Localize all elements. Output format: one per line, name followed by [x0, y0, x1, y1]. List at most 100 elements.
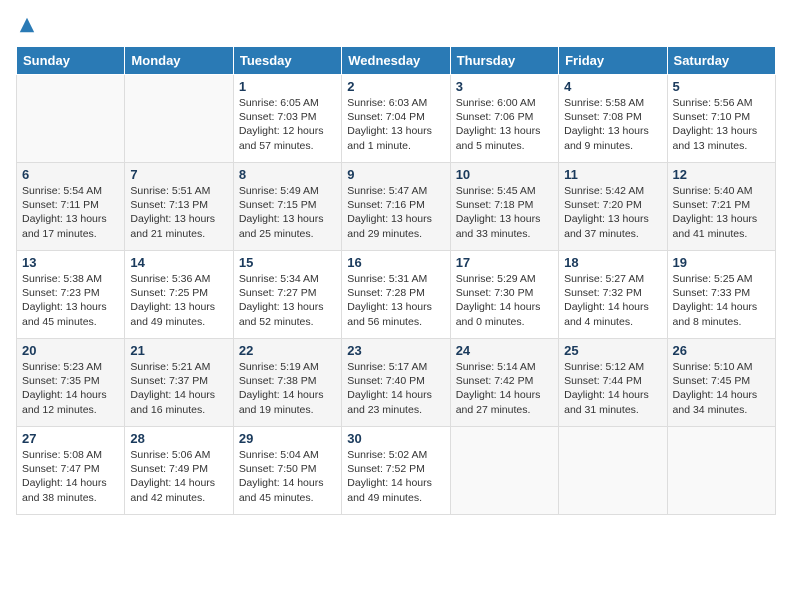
- cell-content: Sunrise: 5:42 AM Sunset: 7:20 PM Dayligh…: [564, 184, 661, 241]
- calendar-cell: [559, 427, 667, 515]
- day-number: 24: [456, 343, 553, 358]
- calendar-table: SundayMondayTuesdayWednesdayThursdayFrid…: [16, 46, 776, 515]
- calendar-cell: 6 Sunrise: 5:54 AM Sunset: 7:11 PM Daylig…: [17, 163, 125, 251]
- week-row-4: 20 Sunrise: 5:23 AM Sunset: 7:35 PM Dayli…: [17, 339, 776, 427]
- calendar-cell: 24 Sunrise: 5:14 AM Sunset: 7:42 PM Dayli…: [450, 339, 558, 427]
- cell-content: Sunrise: 5:08 AM Sunset: 7:47 PM Dayligh…: [22, 448, 119, 505]
- cell-content: Sunrise: 5:10 AM Sunset: 7:45 PM Dayligh…: [673, 360, 770, 417]
- cell-content: Sunrise: 5:31 AM Sunset: 7:28 PM Dayligh…: [347, 272, 444, 329]
- day-number: 28: [130, 431, 227, 446]
- calendar-cell: 5 Sunrise: 5:56 AM Sunset: 7:10 PM Daylig…: [667, 75, 775, 163]
- calendar-cell: 11 Sunrise: 5:42 AM Sunset: 7:20 PM Dayli…: [559, 163, 667, 251]
- day-header-sunday: Sunday: [17, 47, 125, 75]
- cell-content: Sunrise: 6:03 AM Sunset: 7:04 PM Dayligh…: [347, 96, 444, 153]
- day-number: 8: [239, 167, 336, 182]
- day-number: 11: [564, 167, 661, 182]
- calendar-cell: 28 Sunrise: 5:06 AM Sunset: 7:49 PM Dayli…: [125, 427, 233, 515]
- cell-content: Sunrise: 5:38 AM Sunset: 7:23 PM Dayligh…: [22, 272, 119, 329]
- calendar-cell: 16 Sunrise: 5:31 AM Sunset: 7:28 PM Dayli…: [342, 251, 450, 339]
- day-header-wednesday: Wednesday: [342, 47, 450, 75]
- calendar-cell: 8 Sunrise: 5:49 AM Sunset: 7:15 PM Daylig…: [233, 163, 341, 251]
- logo: [16, 16, 36, 34]
- day-number: 25: [564, 343, 661, 358]
- calendar-cell: 30 Sunrise: 5:02 AM Sunset: 7:52 PM Dayli…: [342, 427, 450, 515]
- calendar-cell: 21Sunrise: 5:21 AM Sunset: 7:37 PM Dayli…: [125, 339, 233, 427]
- day-number: 14: [130, 255, 227, 270]
- day-number: 18: [564, 255, 661, 270]
- day-number: 13: [22, 255, 119, 270]
- cell-content: Sunrise: 5:40 AM Sunset: 7:21 PM Dayligh…: [673, 184, 770, 241]
- cell-content: Sunrise: 5:27 AM Sunset: 7:32 PM Dayligh…: [564, 272, 661, 329]
- header-row: SundayMondayTuesdayWednesdayThursdayFrid…: [17, 47, 776, 75]
- calendar-cell: 23 Sunrise: 5:17 AM Sunset: 7:40 PM Dayli…: [342, 339, 450, 427]
- day-number: 16: [347, 255, 444, 270]
- calendar-cell: [17, 75, 125, 163]
- calendar-cell: 10 Sunrise: 5:45 AM Sunset: 7:18 PM Dayli…: [450, 163, 558, 251]
- cell-content: Sunrise: 5:23 AM Sunset: 7:35 PM Dayligh…: [22, 360, 119, 417]
- day-number: 22: [239, 343, 336, 358]
- week-row-5: 27Sunrise: 5:08 AM Sunset: 7:47 PM Dayli…: [17, 427, 776, 515]
- day-number: 4: [564, 79, 661, 94]
- calendar-cell: [450, 427, 558, 515]
- calendar-cell: 12 Sunrise: 5:40 AM Sunset: 7:21 PM Dayli…: [667, 163, 775, 251]
- day-number: 9: [347, 167, 444, 182]
- calendar-cell: 18 Sunrise: 5:27 AM Sunset: 7:32 PM Dayli…: [559, 251, 667, 339]
- week-row-1: 1 Sunrise: 6:05 AM Sunset: 7:03 PM Daylig…: [17, 75, 776, 163]
- cell-content: Sunrise: 5:54 AM Sunset: 7:11 PM Dayligh…: [22, 184, 119, 241]
- day-number: 6: [22, 167, 119, 182]
- day-number: 26: [673, 343, 770, 358]
- cell-content: Sunrise: 5:06 AM Sunset: 7:49 PM Dayligh…: [130, 448, 227, 505]
- cell-content: Sunrise: 5:56 AM Sunset: 7:10 PM Dayligh…: [673, 96, 770, 153]
- calendar-cell: 15 Sunrise: 5:34 AM Sunset: 7:27 PM Dayli…: [233, 251, 341, 339]
- day-number: 3: [456, 79, 553, 94]
- calendar-cell: 7Sunrise: 5:51 AM Sunset: 7:13 PM Daylig…: [125, 163, 233, 251]
- day-number: 15: [239, 255, 336, 270]
- day-number: 23: [347, 343, 444, 358]
- day-header-monday: Monday: [125, 47, 233, 75]
- day-number: 30: [347, 431, 444, 446]
- cell-content: Sunrise: 5:49 AM Sunset: 7:15 PM Dayligh…: [239, 184, 336, 241]
- day-number: 2: [347, 79, 444, 94]
- cell-content: Sunrise: 5:58 AM Sunset: 7:08 PM Dayligh…: [564, 96, 661, 153]
- day-number: 5: [673, 79, 770, 94]
- calendar-cell: [667, 427, 775, 515]
- day-number: 1: [239, 79, 336, 94]
- cell-content: Sunrise: 5:19 AM Sunset: 7:38 PM Dayligh…: [239, 360, 336, 417]
- day-number: 19: [673, 255, 770, 270]
- day-header-thursday: Thursday: [450, 47, 558, 75]
- calendar-body: 1 Sunrise: 6:05 AM Sunset: 7:03 PM Daylig…: [17, 75, 776, 515]
- cell-content: Sunrise: 5:45 AM Sunset: 7:18 PM Dayligh…: [456, 184, 553, 241]
- cell-content: Sunrise: 5:17 AM Sunset: 7:40 PM Dayligh…: [347, 360, 444, 417]
- day-number: 20: [22, 343, 119, 358]
- cell-content: Sunrise: 5:34 AM Sunset: 7:27 PM Dayligh…: [239, 272, 336, 329]
- day-header-saturday: Saturday: [667, 47, 775, 75]
- calendar-cell: 17Sunrise: 5:29 AM Sunset: 7:30 PM Dayli…: [450, 251, 558, 339]
- week-row-2: 6 Sunrise: 5:54 AM Sunset: 7:11 PM Daylig…: [17, 163, 776, 251]
- day-number: 12: [673, 167, 770, 182]
- day-header-friday: Friday: [559, 47, 667, 75]
- cell-content: Sunrise: 5:12 AM Sunset: 7:44 PM Dayligh…: [564, 360, 661, 417]
- calendar-cell: [125, 75, 233, 163]
- day-number: 29: [239, 431, 336, 446]
- calendar-cell: 29 Sunrise: 5:04 AM Sunset: 7:50 PM Dayli…: [233, 427, 341, 515]
- cell-content: Sunrise: 5:21 AM Sunset: 7:37 PM Dayligh…: [130, 360, 227, 417]
- calendar-cell: 27Sunrise: 5:08 AM Sunset: 7:47 PM Dayli…: [17, 427, 125, 515]
- day-number: 10: [456, 167, 553, 182]
- cell-content: Sunrise: 6:05 AM Sunset: 7:03 PM Dayligh…: [239, 96, 336, 153]
- calendar-cell: 2 Sunrise: 6:03 AM Sunset: 7:04 PM Daylig…: [342, 75, 450, 163]
- cell-content: Sunrise: 6:00 AM Sunset: 7:06 PM Dayligh…: [456, 96, 553, 153]
- calendar-cell: 26 Sunrise: 5:10 AM Sunset: 7:45 PM Dayli…: [667, 339, 775, 427]
- calendar-header: SundayMondayTuesdayWednesdayThursdayFrid…: [17, 47, 776, 75]
- page-header: [16, 16, 776, 34]
- calendar-cell: 25 Sunrise: 5:12 AM Sunset: 7:44 PM Dayli…: [559, 339, 667, 427]
- cell-content: Sunrise: 5:14 AM Sunset: 7:42 PM Dayligh…: [456, 360, 553, 417]
- calendar-cell: 13 Sunrise: 5:38 AM Sunset: 7:23 PM Dayli…: [17, 251, 125, 339]
- cell-content: Sunrise: 5:02 AM Sunset: 7:52 PM Dayligh…: [347, 448, 444, 505]
- cell-content: Sunrise: 5:04 AM Sunset: 7:50 PM Dayligh…: [239, 448, 336, 505]
- logo-icon: [18, 16, 36, 34]
- cell-content: Sunrise: 5:29 AM Sunset: 7:30 PM Dayligh…: [456, 272, 553, 329]
- day-header-tuesday: Tuesday: [233, 47, 341, 75]
- cell-content: Sunrise: 5:36 AM Sunset: 7:25 PM Dayligh…: [130, 272, 227, 329]
- calendar-cell: 9Sunrise: 5:47 AM Sunset: 7:16 PM Daylig…: [342, 163, 450, 251]
- calendar-cell: 22 Sunrise: 5:19 AM Sunset: 7:38 PM Dayli…: [233, 339, 341, 427]
